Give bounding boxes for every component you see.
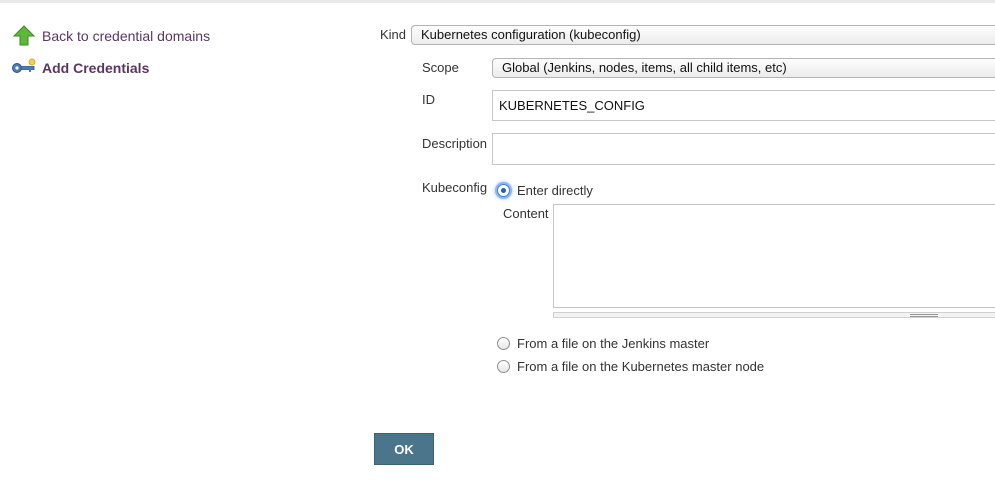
ok-button[interactable]: OK: [374, 433, 434, 465]
content-label: Content: [503, 206, 549, 221]
kubernetes-master-node-file-label: From a file on the Kubernetes master nod…: [517, 359, 765, 374]
kind-label: Kind: [380, 27, 407, 42]
textarea-resize-bar[interactable]: [553, 312, 995, 318]
kind-select-value: Kubernetes configuration (kubeconfig): [421, 27, 641, 42]
enter-directly-radio[interactable]: [497, 184, 510, 197]
id-label: ID: [422, 92, 435, 107]
top-edge-strip: [0, 0, 995, 3]
kubernetes-master-node-file-option[interactable]: From a file on the Kubernetes master nod…: [497, 359, 764, 374]
jenkins-master-file-option[interactable]: From a file on the Jenkins master: [497, 336, 709, 351]
back-to-credential-domains-link[interactable]: Back to credential domains: [12, 25, 211, 47]
kubernetes-master-node-file-radio[interactable]: [497, 360, 510, 373]
jenkins-master-file-radio[interactable]: [497, 337, 510, 350]
kind-select[interactable]: Kubernetes configuration (kubeconfig): [411, 25, 995, 45]
enter-directly-label: Enter directly: [517, 183, 593, 198]
enter-directly-option[interactable]: Enter directly: [497, 183, 593, 198]
scope-select-value: Global (Jenkins, nodes, items, all child…: [502, 60, 787, 75]
content-textarea[interactable]: [553, 204, 995, 308]
jenkins-master-file-label: From a file on the Jenkins master: [517, 336, 710, 351]
scope-select[interactable]: Global (Jenkins, nodes, items, all child…: [492, 58, 995, 78]
add-credentials-link[interactable]: Add Credentials: [11, 57, 149, 79]
description-field[interactable]: [492, 133, 995, 165]
add-credentials-label: Add Credentials: [42, 60, 150, 76]
back-to-credential-domains-label: Back to credential domains: [42, 28, 211, 44]
description-label: Description: [422, 136, 488, 151]
scope-label: Scope: [422, 60, 459, 75]
key-icon: [11, 57, 39, 79]
id-field[interactable]: [492, 90, 995, 121]
kubeconfig-label: Kubeconfig: [422, 180, 488, 195]
resize-grip-icon: [910, 314, 938, 317]
up-arrow-icon: [12, 25, 39, 47]
